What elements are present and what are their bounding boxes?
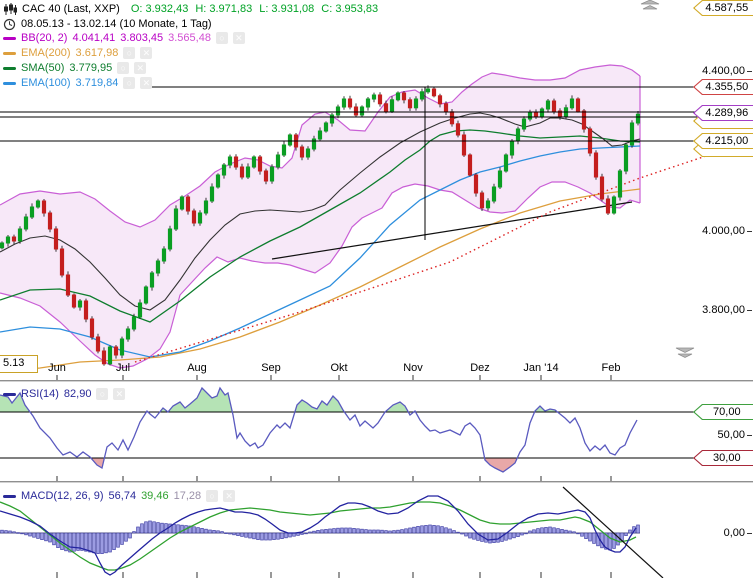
indicator-color-dash	[3, 66, 16, 70]
indicator-settings-icon[interactable]: ○	[215, 32, 228, 44]
month-axis-label: Jun	[48, 362, 66, 374]
indicator-close-icon[interactable]: ✕	[113, 388, 126, 400]
indicator-value: 39,46	[141, 490, 169, 502]
scroll-down-arrow[interactable]	[675, 347, 695, 358]
indicator-color-dash	[3, 36, 16, 40]
axis-start-date-label: 5.13	[0, 355, 38, 373]
indicator-value: 17,28	[173, 490, 202, 502]
indicator-settings-icon[interactable]: ○	[96, 388, 109, 400]
macd-legend-row: MACD(12, 26, 9) 56,74 39,46 17,28 ○ ✕	[3, 489, 236, 503]
ohlc-high: H: 3.971,83	[195, 3, 253, 15]
rsi-legend-row: RSI(14) 82,90 ○ ✕	[3, 387, 126, 401]
indicator-close-icon[interactable]: ✕	[134, 62, 147, 74]
ohlc-open: O: 3.932,43	[130, 3, 189, 15]
price-marker-label: 30,00	[693, 450, 753, 466]
indicator-value: 3.779,95	[69, 62, 113, 74]
month-axis-label: Dez	[470, 362, 490, 374]
timeframe-legend-row: 08.05.13 - 13.02.14 (10 Monate, 1 Tag)	[3, 17, 212, 31]
month-axis-label: Nov	[403, 362, 423, 374]
indicator-close-icon[interactable]: ✕	[232, 32, 245, 44]
indicator-close-icon[interactable]: ✕	[223, 490, 236, 502]
indicator-name: MACD(12, 26, 9)	[21, 490, 104, 502]
indicator-value: 56,74	[108, 490, 137, 502]
indicator-value: 3.617,98	[75, 47, 119, 59]
indicator-legend-row: EMA(100) 3.719,84 ○ ✕	[3, 76, 153, 90]
indicator-value: 3.803,45	[120, 32, 164, 44]
price-marker-label: 4.587,55	[693, 0, 753, 16]
indicator-name: SMA(50)	[21, 62, 65, 74]
axis-tick-label: 3.800,00	[702, 304, 752, 316]
indicator-settings-icon[interactable]: ○	[206, 490, 219, 502]
indicator-name: RSI(14)	[21, 388, 59, 400]
indicator-value: 4.041,41	[72, 32, 116, 44]
month-axis-label: Aug	[187, 362, 207, 374]
instrument-legend-row: CAC 40 (Last, XXP) O: 3.932,43 H: 3.971,…	[3, 2, 378, 16]
indicator-color-dash	[3, 392, 16, 396]
indicator-color-dash	[3, 51, 16, 55]
indicator-settings-icon[interactable]: ○	[123, 47, 136, 59]
charting-app: CAC 40 (Last, XXP) O: 3.932,43 H: 3.971,…	[0, 0, 753, 578]
indicator-legend-row: BB(20, 2) 4.041,41 3.803,45 3.565,48 ○ ✕	[3, 31, 245, 45]
indicator-color-dash	[3, 494, 16, 498]
month-axis-label: Jan '14	[523, 362, 559, 374]
macd-histogram	[0, 520, 640, 554]
month-axis-label: Jul	[115, 362, 131, 374]
month-axis-label: Sep	[261, 362, 281, 374]
price-marker-label: 4.355,50	[693, 79, 753, 95]
indicator-close-icon[interactable]: ✕	[140, 47, 153, 59]
indicator-legend-row: SMA(50) 3.779,95 ○ ✕	[3, 61, 147, 75]
price-marker-label: 4.289,96	[693, 105, 753, 121]
scroll-up-arrow[interactable]	[640, 0, 660, 10]
axis-tick-label: 0,00	[723, 527, 753, 539]
indicator-value: 3.565,48	[168, 32, 211, 44]
axis-tick-label: 4.000,00	[702, 225, 752, 237]
instrument-title: CAC 40 (Last, XXP)	[22, 3, 120, 15]
indicator-close-icon[interactable]: ✕	[140, 77, 153, 89]
candlestick-chart-icon	[3, 2, 17, 16]
month-axis-label: Okt	[330, 362, 348, 374]
indicator-settings-icon[interactable]: ○	[117, 62, 130, 74]
month-axis-label: Feb	[601, 362, 621, 374]
scroll-arrows	[640, 0, 695, 358]
ohlc-close: C: 3.953,83	[321, 3, 379, 15]
timeframe-label: 08.05.13 - 13.02.14 (10 Monate, 1 Tag)	[21, 18, 212, 30]
price-marker-label: 4.215,00	[693, 133, 753, 149]
ohlc-low: L: 3.931,08	[259, 3, 315, 15]
indicator-legend-row: EMA(200) 3.617,98 ○ ✕	[3, 46, 153, 60]
price-marker-label: 70,00	[693, 404, 753, 420]
indicator-value: 3.719,84	[75, 77, 119, 89]
axis-tick-label: 4.400,00	[702, 65, 752, 77]
indicator-name: BB(20, 2)	[21, 32, 68, 44]
indicator-name: EMA(100)	[21, 77, 71, 89]
indicator-name: EMA(200)	[21, 47, 71, 59]
axis-tick-label: 50,00	[717, 429, 752, 441]
indicator-value: 82,90	[63, 388, 92, 400]
indicator-color-dash	[3, 81, 16, 85]
indicator-settings-icon[interactable]: ○	[123, 77, 136, 89]
clock-icon	[3, 18, 16, 31]
